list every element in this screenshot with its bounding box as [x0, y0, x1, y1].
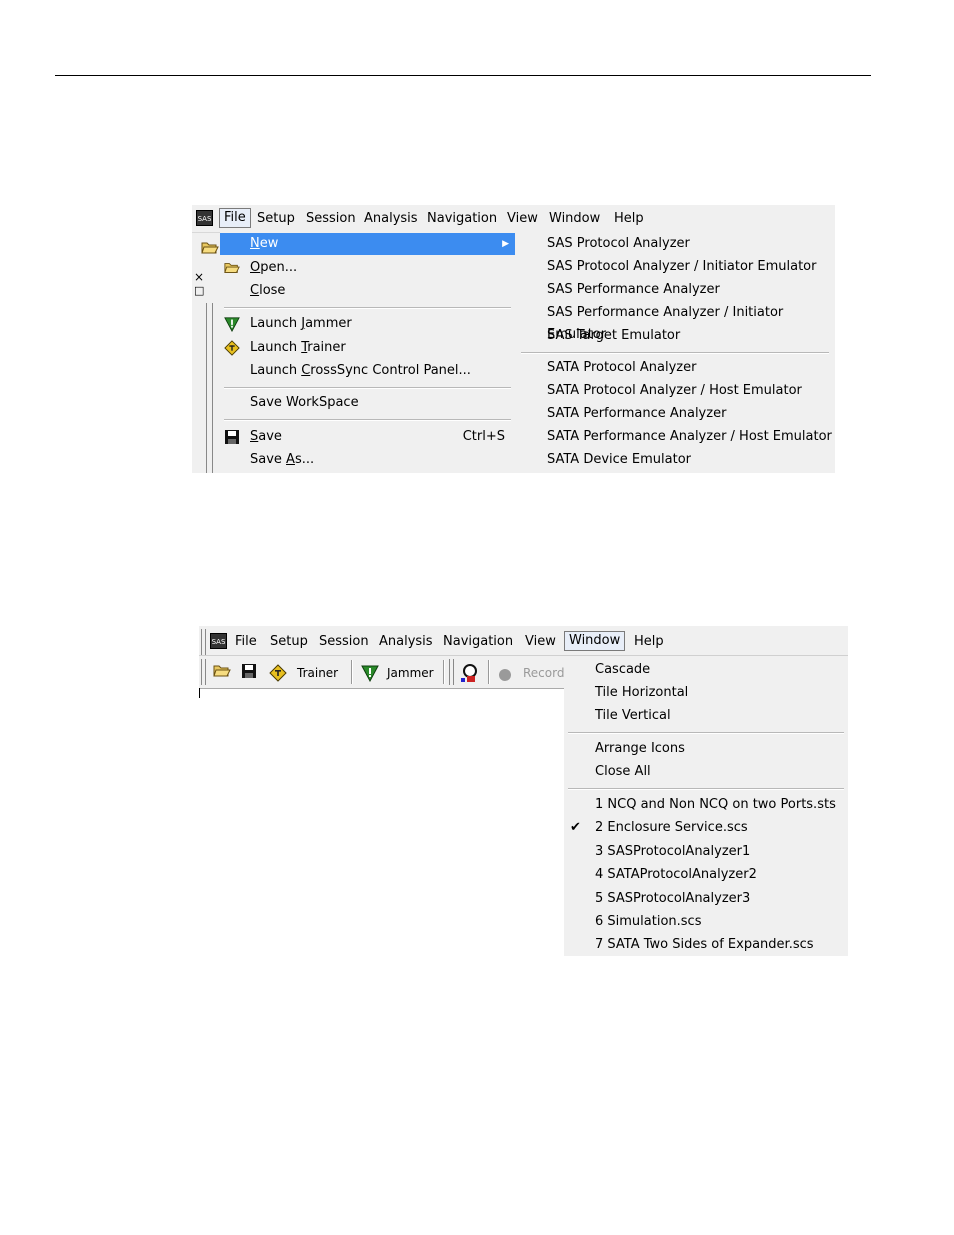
- menu-help[interactable]: Help: [610, 210, 648, 228]
- menu-item-open[interactable]: Open...: [220, 257, 515, 279]
- submenu-item-sas-protocol-analyzer[interactable]: SAS Protocol Analyzer: [515, 233, 835, 255]
- menu-item-save-workspace[interactable]: Save WorkSpace: [220, 392, 515, 414]
- menu-item-save-as[interactable]: Save As...: [220, 449, 515, 471]
- toolbar-grip-2[interactable]: [449, 659, 454, 685]
- menu-view[interactable]: View: [521, 633, 560, 651]
- menu-item-window-3[interactable]: 3 SASProtocolAnalyzer1: [564, 841, 848, 863]
- checkmark-icon: ✔: [570, 820, 581, 835]
- menu-help[interactable]: Help: [630, 633, 668, 651]
- menu-view[interactable]: View: [503, 210, 542, 228]
- jammer-icon: [224, 317, 240, 332]
- close-icon[interactable]: ×: [194, 271, 204, 283]
- menu-item-window-2[interactable]: ✔ 2 Enclosure Service.scs: [564, 817, 848, 839]
- menu-item-launch-jammer[interactable]: Launch Jammer: [220, 313, 515, 335]
- menu-analysis[interactable]: Analysis: [375, 633, 437, 651]
- app-icon[interactable]: SAS: [196, 210, 213, 226]
- menu-file[interactable]: File: [219, 208, 251, 228]
- menu-file[interactable]: File: [231, 633, 261, 651]
- menu-item-window-6[interactable]: 6 Simulation.scs: [564, 911, 848, 933]
- menu-item-window-7[interactable]: 7 SATA Two Sides of Expander.scs: [564, 934, 848, 956]
- restore-icon[interactable]: □: [194, 285, 204, 297]
- shortcut-label: Ctrl+S: [462, 429, 505, 444]
- submenu-item-sata-performance-analyzer[interactable]: SATA Performance Analyzer: [515, 403, 835, 425]
- menu-setup[interactable]: Setup: [266, 633, 312, 651]
- menu-item-launch-crosssync[interactable]: Launch CrossSync Control Panel...: [220, 360, 515, 382]
- floppy-disk-icon[interactable]: [241, 663, 257, 679]
- menu-item-window-4[interactable]: 4 SATAProtocolAnalyzer2: [564, 864, 848, 886]
- toolbar-grip[interactable]: [201, 659, 206, 685]
- trainer-label: Trainer: [297, 666, 339, 680]
- menubar: SAS File Setup Session Analysis Navigati…: [192, 205, 835, 233]
- new-submenu: SAS Protocol Analyzer SAS Protocol Analy…: [515, 232, 835, 473]
- toolbar: Trainer Jammer Record: [199, 656, 569, 689]
- trainer-icon: [224, 340, 240, 356]
- jammer-label: Jammer: [387, 666, 434, 680]
- screenshot-file-menu: SAS File Setup Session Analysis Navigati…: [192, 205, 835, 473]
- page-header-rule: [55, 75, 871, 76]
- menu-window[interactable]: Window: [545, 210, 604, 228]
- menu-navigation[interactable]: Navigation: [439, 633, 517, 651]
- floppy-disk-icon: [225, 430, 239, 444]
- search-sas-icon[interactable]: [459, 662, 481, 684]
- menu-item-tile-vertical[interactable]: Tile Vertical: [564, 705, 848, 727]
- submenu-item-sas-performance-analyzer[interactable]: SAS Performance Analyzer: [515, 279, 835, 301]
- menu-item-close-all[interactable]: Close All: [564, 761, 848, 783]
- submenu-arrow-icon: ▶: [502, 239, 509, 249]
- menu-item-close[interactable]: Close: [220, 280, 515, 302]
- submenu-item-sata-protocol-analyzer[interactable]: SATA Protocol Analyzer: [515, 357, 835, 379]
- submenu-item-sata-device-emulator[interactable]: SATA Device Emulator: [515, 449, 835, 471]
- submenu-item-sas-performance-analyzer-initiator[interactable]: SAS Performance Analyzer / Initiator Emu…: [515, 302, 835, 342]
- left-toolbar-strip: × □: [192, 233, 221, 473]
- menu-setup[interactable]: Setup: [253, 210, 299, 228]
- submenu-item-sata-performance-analyzer-host[interactable]: SATA Performance Analyzer / Host Emulato…: [515, 426, 835, 448]
- menu-analysis[interactable]: Analysis: [360, 210, 422, 228]
- menu-item-cascade[interactable]: Cascade: [564, 659, 848, 681]
- menu-item-save[interactable]: Save Ctrl+S: [220, 426, 515, 448]
- menu-item-window-5[interactable]: 5 SASProtocolAnalyzer3: [564, 888, 848, 910]
- menu-window[interactable]: Window: [564, 631, 626, 651]
- menu-navigation[interactable]: Navigation: [423, 210, 501, 228]
- trainer-icon: [269, 664, 287, 682]
- submenu-item-sas-protocol-analyzer-initiator[interactable]: SAS Protocol Analyzer / Initiator Emulat…: [515, 256, 835, 278]
- menu-item-arrange-icons[interactable]: Arrange Icons: [564, 738, 848, 760]
- menu-session[interactable]: Session: [302, 210, 360, 228]
- open-folder-icon[interactable]: [201, 239, 219, 255]
- menu-item-window-1[interactable]: 1 NCQ and Non NCQ on two Ports.sts: [564, 794, 848, 816]
- menubar: SAS File Setup Session Analysis Navigati…: [199, 626, 848, 656]
- file-menu: New ▶ Open... Close Launch Jammer Launch…: [220, 232, 516, 473]
- submenu-item-sas-target-emulator[interactable]: SAS Target Emulator: [515, 325, 835, 347]
- screenshot-window-menu: SAS File Setup Session Analysis Navigati…: [199, 626, 848, 956]
- menu-item-launch-trainer[interactable]: Launch Trainer: [220, 337, 515, 359]
- open-folder-icon: [224, 263, 240, 273]
- menubar-grip[interactable]: [201, 629, 206, 655]
- open-folder-icon[interactable]: [213, 663, 231, 679]
- menu-item-new[interactable]: New ▶: [220, 233, 515, 255]
- menu-item-tile-horizontal[interactable]: Tile Horizontal: [564, 682, 848, 704]
- record-icon: [499, 669, 511, 681]
- record-button[interactable]: Record: [523, 663, 564, 683]
- window-menu: Cascade Tile Horizontal Tile Vertical Ar…: [564, 656, 848, 956]
- jammer-icon: [361, 665, 379, 682]
- app-icon[interactable]: SAS: [210, 633, 227, 649]
- menu-session[interactable]: Session: [315, 633, 373, 651]
- submenu-item-sata-protocol-analyzer-host[interactable]: SATA Protocol Analyzer / Host Emulator: [515, 380, 835, 402]
